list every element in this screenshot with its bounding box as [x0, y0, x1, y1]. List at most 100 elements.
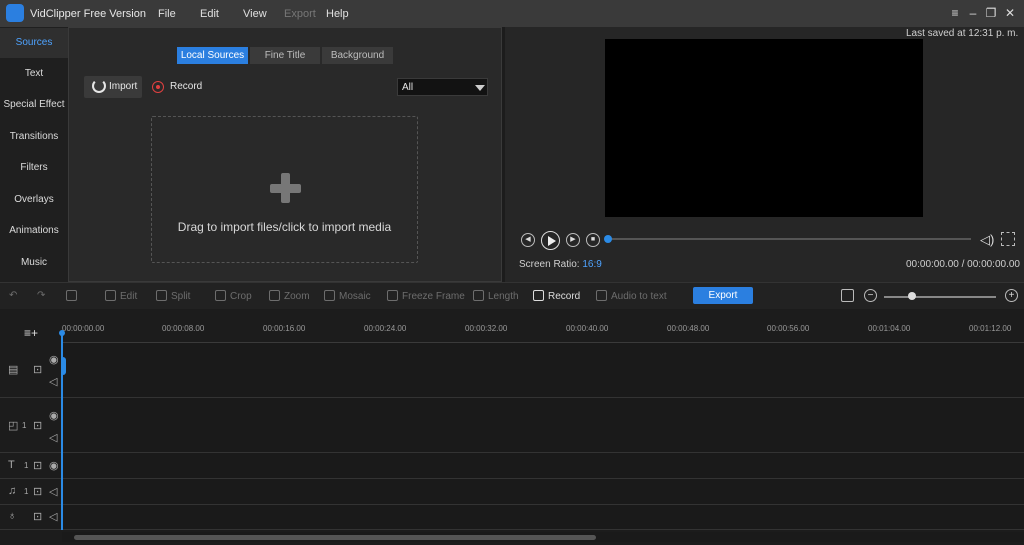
playhead-cap[interactable] — [59, 330, 65, 336]
close-icon[interactable]: ✕ — [1003, 6, 1017, 20]
sidebar-item-text[interactable]: Text — [0, 59, 68, 89]
minimize-icon[interactable]: – — [966, 6, 980, 20]
play-icon — [548, 236, 556, 246]
media-filter-select[interactable]: All — [397, 78, 488, 96]
track-count: 1 — [24, 487, 29, 496]
record-button[interactable]: Record — [170, 81, 202, 92]
overlay-icon: ◰ — [8, 420, 19, 432]
text-track[interactable] — [62, 453, 1024, 479]
zoom-out-icon[interactable]: − — [864, 289, 877, 302]
overlay-track[interactable] — [62, 398, 1024, 453]
plus-icon-bar — [270, 184, 301, 193]
mute-icon[interactable]: ◁ — [49, 375, 57, 388]
menu-icon[interactable]: ≡ — [948, 6, 962, 20]
tab-local-sources[interactable]: Local Sources — [177, 47, 248, 64]
delete-icon[interactable] — [66, 290, 81, 302]
film-icon: ▤ — [8, 364, 19, 376]
timeline-scrollbar-thumb[interactable] — [74, 535, 596, 540]
menu-export[interactable]: Export — [284, 8, 316, 20]
menu-file[interactable]: File — [158, 8, 176, 20]
text-track-header: T 1 ⊡ ◉ — [0, 453, 62, 479]
edit-button[interactable]: Edit — [105, 290, 137, 302]
ruler-tick-label: 00:00:40.00 — [566, 324, 609, 333]
zoom-button[interactable]: Zoom — [269, 290, 310, 302]
sidebar-item-music[interactable]: Music — [0, 248, 68, 278]
restore-icon[interactable]: ❐ — [984, 6, 998, 20]
previous-frame-icon[interactable]: ◀ — [521, 233, 535, 247]
ruler-tick-label: 00:01:12.00 — [969, 324, 1012, 333]
zoom-in-icon[interactable]: + — [1005, 289, 1018, 302]
record-audio-button[interactable]: Record — [533, 290, 580, 302]
voice-track-header: ♁ ⊡ ◁ — [0, 505, 62, 530]
lock-icon[interactable]: ⊡ — [33, 485, 42, 498]
music-track-header: ♫ 1 ⊡ ◁ — [0, 479, 62, 505]
mosaic-button[interactable]: Mosaic — [324, 290, 371, 302]
play-button[interactable] — [541, 231, 560, 250]
eye-icon[interactable]: ◉ — [49, 353, 59, 366]
mosaic-icon — [324, 290, 335, 301]
export-button[interactable]: Export — [693, 287, 753, 304]
crop-button[interactable]: Crop — [215, 290, 252, 302]
volume-icon[interactable]: ◁) — [980, 232, 996, 247]
app-logo-icon — [6, 4, 24, 22]
undo-icon[interactable]: ↶ — [9, 290, 17, 301]
next-frame-icon[interactable]: ▶ — [566, 233, 580, 247]
ruler-tick-label: 00:00:48.00 — [667, 324, 710, 333]
scissors-icon — [156, 290, 167, 301]
fit-timeline-icon[interactable] — [841, 289, 854, 302]
video-track-header: ▤ ⊡ ◉ ◁ — [0, 343, 62, 398]
sidebar-item-filters[interactable]: Filters — [0, 153, 68, 183]
menu-view[interactable]: View — [243, 8, 267, 20]
ruler-tick-label: 00:00:08.00 — [162, 324, 205, 333]
lock-icon[interactable]: ⊡ — [33, 419, 42, 432]
voice-track[interactable] — [62, 505, 1024, 530]
ruler-tick-label: 00:01:04.00 — [868, 324, 911, 333]
menu-help[interactable]: Help — [326, 8, 349, 20]
eye-icon[interactable]: ◉ — [49, 409, 59, 422]
title-bar — [0, 0, 1024, 27]
split-button[interactable]: Split — [156, 290, 190, 302]
lock-icon[interactable]: ⊡ — [33, 363, 42, 376]
playback-progress-bar[interactable] — [607, 238, 971, 240]
overlay-track-header: ◰ 1 ⊡ ◉ ◁ — [0, 398, 62, 453]
screen-ratio[interactable]: Screen Ratio: 16:9 — [519, 259, 602, 270]
video-preview — [605, 39, 923, 217]
sidebar-item-animations[interactable]: Animations — [0, 216, 68, 246]
sidebar-item-transitions[interactable]: Transitions — [0, 122, 68, 152]
audio-to-text-button[interactable]: Audio to text — [596, 290, 667, 302]
redo-icon[interactable]: ↷ — [37, 290, 45, 301]
video-track[interactable] — [62, 343, 1024, 398]
freeze-frame-icon — [387, 290, 398, 301]
import-button[interactable]: Import — [84, 76, 142, 98]
mute-icon[interactable]: ◁ — [49, 510, 57, 523]
eye-icon[interactable]: ◉ — [49, 459, 59, 472]
music-track[interactable] — [62, 479, 1024, 505]
lock-icon[interactable]: ⊡ — [33, 459, 42, 472]
tab-background[interactable]: Background — [322, 47, 393, 64]
freeze-frame-button[interactable]: Freeze Frame — [387, 290, 465, 302]
timeline-zoom-slider[interactable] — [884, 296, 996, 298]
lock-icon[interactable]: ⊡ — [33, 510, 42, 523]
sidebar-item-overlays[interactable]: Overlays — [0, 185, 68, 215]
add-track-icon[interactable]: ≡+ — [24, 327, 40, 339]
stop-icon[interactable]: ■ — [586, 233, 600, 247]
import-icon — [92, 79, 106, 93]
media-filter-value: All — [402, 82, 414, 93]
mute-icon[interactable]: ◁ — [49, 431, 57, 444]
fullscreen-icon[interactable] — [1001, 232, 1015, 246]
timeline-zoom-handle[interactable] — [908, 292, 916, 300]
record-icon[interactable] — [152, 81, 164, 93]
menu-edit[interactable]: Edit — [200, 8, 219, 20]
import-drop-zone[interactable]: Drag to import files/click to import med… — [151, 116, 418, 263]
playback-progress-handle[interactable] — [604, 235, 612, 243]
screen-ratio-label: Screen Ratio: — [519, 259, 580, 270]
length-button[interactable]: Length — [473, 290, 519, 302]
music-icon: ♫ — [8, 485, 17, 497]
sidebar-item-sources[interactable]: Sources — [0, 28, 68, 58]
tab-fine-title[interactable]: Fine Title — [250, 47, 320, 64]
screen-ratio-value[interactable]: 16:9 — [582, 259, 601, 270]
sidebar-item-special-effect[interactable]: Special Effect — [0, 90, 68, 120]
playhead-handle[interactable] — [61, 357, 66, 375]
zoom-icon — [269, 290, 280, 301]
mute-icon[interactable]: ◁ — [49, 485, 57, 498]
